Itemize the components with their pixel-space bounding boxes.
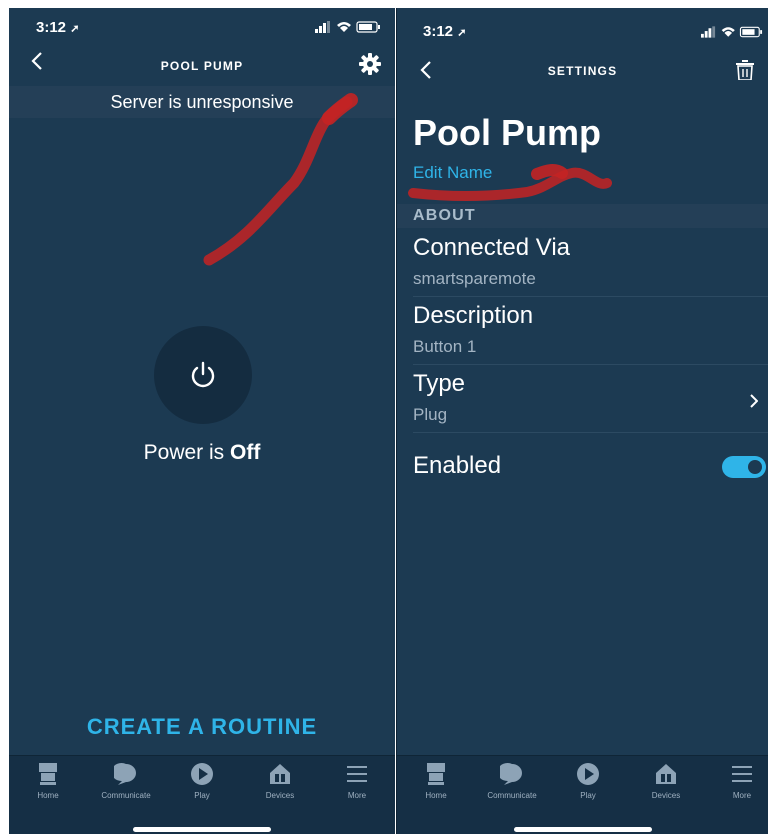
status-time: 3:12 ➚: [36, 19, 79, 36]
tab-communicate-label: Communicate: [101, 791, 151, 800]
divider: [413, 296, 768, 297]
page-title: SETTINGS: [547, 64, 618, 78]
chevron-right-icon: [750, 394, 758, 408]
annotation-arrow: [203, 93, 358, 266]
play-icon: [577, 763, 599, 785]
tab-bar: Home Communicate Play Devices More: [397, 755, 768, 834]
settings-row-description: Description Button 1: [413, 302, 533, 357]
row-value: Button 1: [413, 337, 477, 356]
create-routine-button[interactable]: CREATE A ROUTINE: [9, 714, 395, 740]
tab-devices-label: Devices: [651, 791, 681, 800]
tab-play[interactable]: Play: [553, 762, 623, 800]
signal-wifi-battery-icon: [315, 21, 380, 33]
tab-more-label: More: [732, 791, 752, 800]
location-arrow-icon: ➚: [457, 27, 467, 39]
device-screen: 3:12 ➚ POOL PUMP Server is unresponsive: [9, 8, 395, 834]
settings-row-connected-via: Connected Via smartsparemote: [413, 234, 570, 289]
status-icons: [701, 26, 763, 41]
signal-wifi-battery-icon: [701, 26, 763, 38]
row-title: Description: [413, 302, 534, 329]
home-indicator: [133, 827, 271, 832]
edit-name-link[interactable]: Edit Name: [413, 163, 492, 183]
power-button[interactable]: [154, 326, 252, 424]
home-indicator: [513, 827, 652, 832]
status-icons: [315, 21, 381, 36]
tab-more-label: More: [347, 791, 367, 800]
power-icon: [191, 361, 215, 388]
row-title: Type: [413, 370, 466, 397]
settings-button[interactable]: [359, 53, 381, 80]
device-name: Pool Pump: [413, 112, 601, 153]
enabled-toggle[interactable]: [722, 456, 766, 478]
trash-icon: [736, 60, 754, 81]
settings-row-type[interactable]: Type Plug: [397, 370, 768, 432]
tab-communicate[interactable]: Communicate: [91, 762, 161, 800]
chat-bubble-icon: [500, 763, 522, 785]
tab-devices[interactable]: Devices: [245, 762, 315, 800]
devices-icon: [656, 764, 676, 784]
divider: [413, 432, 768, 433]
delete-button[interactable]: [736, 60, 754, 85]
row-value: smartsparemote: [413, 269, 536, 288]
devices-icon: [270, 764, 290, 784]
home-icon: [39, 763, 57, 785]
divider: [413, 364, 768, 365]
tab-play[interactable]: Play: [167, 762, 237, 800]
status-time-text: 3:12: [36, 19, 67, 36]
tab-bar: Home Communicate Play Devices More: [9, 755, 395, 834]
tab-play-label: Play: [194, 791, 210, 800]
enabled-label: Enabled: [413, 452, 502, 479]
power-status: Power is Off: [9, 441, 395, 465]
toggle-knob: [748, 460, 762, 474]
home-icon: [427, 763, 445, 785]
error-banner: Server is unresponsive: [9, 86, 395, 118]
tab-home-label: Home: [37, 791, 59, 800]
page-title: POOL PUMP: [160, 59, 244, 73]
tab-devices-label: Devices: [265, 791, 295, 800]
chat-bubble-icon: [114, 763, 136, 785]
tab-devices[interactable]: Devices: [631, 762, 701, 800]
menu-icon: [732, 766, 752, 782]
tab-play-label: Play: [580, 791, 596, 800]
tab-more[interactable]: More: [707, 762, 768, 800]
tab-communicate[interactable]: Communicate: [477, 762, 547, 800]
device-screen: 3:12 ➚ SETTINGS Pool Pump Edit Name ABOU…: [396, 8, 768, 834]
menu-icon: [347, 766, 367, 782]
tab-more[interactable]: More: [322, 762, 392, 800]
status-time-text: 3:12: [423, 23, 454, 40]
status-time: 3:12 ➚: [423, 23, 466, 40]
power-status-value: Off: [230, 441, 261, 464]
section-header-about: ABOUT: [397, 204, 768, 228]
tab-home[interactable]: Home: [401, 762, 471, 800]
location-arrow-icon: ➚: [70, 23, 80, 35]
row-title: Connected Via: [413, 234, 571, 261]
tab-communicate-label: Communicate: [487, 791, 537, 800]
tab-home[interactable]: Home: [13, 762, 83, 800]
play-icon: [191, 763, 213, 785]
gear-icon: [359, 53, 381, 75]
tab-home-label: Home: [425, 791, 447, 800]
row-value: Plug: [413, 405, 448, 424]
power-status-prefix: Power is: [143, 441, 225, 464]
